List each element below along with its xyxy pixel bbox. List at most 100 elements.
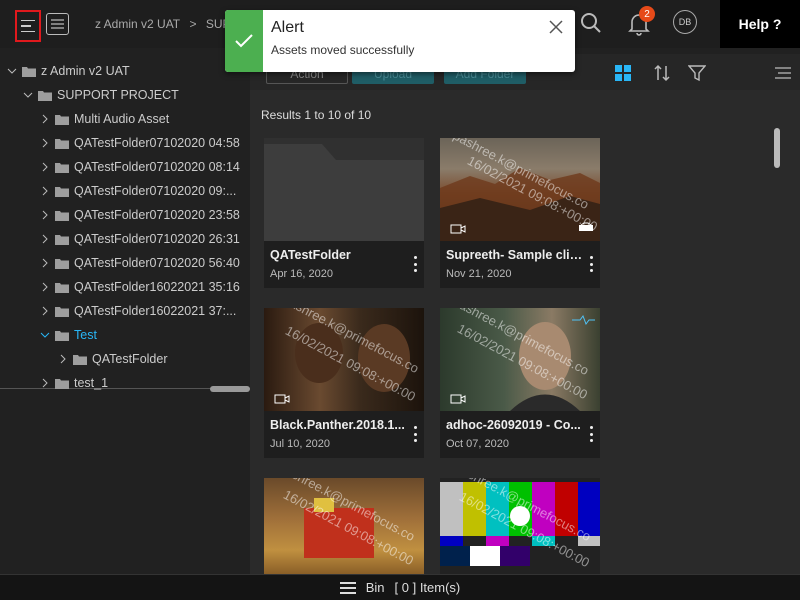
card-title: adhoc-26092019 - Co... [446,418,581,432]
more-options-icon[interactable] [590,256,594,272]
tree-item[interactable]: QATestFolder07102020 09:... [39,179,236,203]
chevron-right-icon[interactable] [39,377,51,389]
tree-item-label: QATestFolder07102020 08:14 [74,160,240,174]
video-camera-icon [450,394,466,404]
tree-item[interactable]: QATestFolder07102020 08:14 [39,155,240,179]
tree-item-label: QATestFolder07102020 09:... [74,184,237,198]
more-options-icon[interactable] [414,256,418,272]
list-view-icon[interactable] [46,13,69,35]
asset-card[interactable]: dipashree.k@primefocus.co 16/02/2021 09:… [440,478,600,574]
tree-item[interactable]: QATestFolder07102020 56:40 [39,251,240,275]
tree-item-label: QATestFolder07102020 04:58 [74,136,240,150]
sort-icon[interactable] [652,63,672,83]
bin-bar[interactable]: Bin [ 0 ] Item(s) [0,574,800,600]
breadcrumb-item-root[interactable]: z Admin v2 UAT [95,17,180,31]
filter-icon[interactable] [687,63,707,83]
tree-item[interactable]: QATestFolder07102020 23:58 [39,203,240,227]
chevron-right-icon[interactable] [39,113,51,125]
tree-item-label: Test [74,328,97,342]
tree-item[interactable]: Multi Audio Asset [39,107,169,131]
tree-item-label: QATestFolder07102020 23:58 [74,208,240,222]
more-options-icon[interactable] [414,426,418,442]
tree-item[interactable]: QATestFolder16022021 35:16 [39,275,240,299]
tree-item-label: QATestFolder16022021 35:16 [74,280,240,294]
breadcrumb: z Admin v2 UAT > SUP [95,17,237,31]
folder-icon [55,114,69,125]
bin-label: Bin [365,580,385,595]
tree-item-label: QATestFolder07102020 56:40 [74,256,240,270]
chevron-down-icon[interactable] [22,89,34,101]
folder-icon [73,354,87,365]
card-title: QATestFolder [270,248,351,262]
vertical-scrollbar[interactable] [774,128,780,168]
folder-thumbnail [264,138,424,241]
tree-item[interactable]: test_1 [39,371,108,395]
tree-item-test[interactable]: Test [39,323,97,347]
tree-item-label: QATestFolder [92,352,168,366]
help-button[interactable]: Help ? [720,0,800,48]
folder-icon [55,258,69,269]
chevron-right-icon[interactable] [39,161,51,173]
tree-item-label: SUPPORT PROJECT [57,88,179,102]
chevron-right-icon[interactable] [39,185,51,197]
search-icon[interactable] [578,10,604,36]
bin-menu-icon [339,580,356,595]
tree-item-root[interactable]: z Admin v2 UAT [6,59,130,83]
chevron-down-icon[interactable] [6,65,18,77]
chevron-right-icon[interactable] [39,137,51,149]
card-date: Jul 10, 2020 [270,438,330,450]
folder-icon [55,306,69,317]
hamburger-menu-icon[interactable] [15,10,41,42]
chevron-right-icon[interactable] [39,209,51,221]
bin-count: [ 0 ] Item(s) [394,580,461,595]
tree-item-label: z Admin v2 UAT [41,64,130,78]
card-title: Supreeth- Sample clip... [446,248,586,262]
menu-lines-icon[interactable] [774,65,792,81]
folder-icon [55,378,69,389]
chevron-down-icon[interactable] [39,329,51,341]
main-content: Action Upload Add Folder Results 1 to 10… [250,54,800,574]
tree-item[interactable]: QATestFolder07102020 26:31 [39,227,240,251]
tree-item-label: test_1 [74,376,109,390]
folder-icon [38,90,52,101]
audio-track-icon [579,222,593,231]
notification-badge: 2 [639,6,655,22]
video-camera-icon [274,394,290,404]
tree-item[interactable]: QATestFolder [57,347,168,371]
folder-tree-sidebar: z Admin v2 UAT SUPPORT PROJECT Multi Aud… [0,54,250,574]
folder-icon [55,210,69,221]
tree-item[interactable]: QATestFolder16022021 37:... [39,299,236,323]
asset-card[interactable]: dipashree.k@primefocus.co 16/02/2021 09:… [440,138,600,288]
asset-card[interactable]: QATestFolder Apr 16, 2020 [264,138,424,288]
chevron-right-icon[interactable] [39,305,51,317]
chevron-right-icon[interactable] [39,233,51,245]
folder-icon [55,138,69,149]
folder-icon [22,66,36,77]
asset-card[interactable]: dipashree.k@primefocus.co 16/02/2021 09:… [264,308,424,458]
more-options-icon[interactable] [590,426,594,442]
chevron-right-icon[interactable] [57,353,69,365]
asset-card[interactable]: dipashree.k@primefocus.co 16/02/2021 09:… [440,308,600,458]
video-thumbnail: dipashree.k@primefocus.co 16/02/2021 09:… [264,478,424,574]
folder-icon [55,234,69,245]
grid-view-icon[interactable] [614,64,632,82]
tree-item-support-project[interactable]: SUPPORT PROJECT [22,83,179,107]
tree-item-label: QATestFolder16022021 37:... [74,304,237,318]
card-date: Oct 07, 2020 [446,438,509,450]
tree-item[interactable]: QATestFolder07102020 04:58 [39,131,240,155]
close-icon[interactable] [549,20,565,36]
alert-title: Alert [271,19,304,36]
alert-toast: Alert Assets moved successfully [225,10,575,72]
folder-icon [55,186,69,197]
check-icon [225,10,263,72]
chevron-right-icon[interactable] [39,257,51,269]
card-date: Nov 21, 2020 [446,268,512,280]
results-count: Results 1 to 10 of 10 [261,108,372,122]
alert-message: Assets moved successfully [271,43,415,57]
card-date: Apr 16, 2020 [270,268,333,280]
asset-card[interactable]: dipashree.k@primefocus.co 16/02/2021 09:… [264,478,424,574]
avatar[interactable]: DB [673,10,697,34]
horizontal-scrollbar[interactable] [210,386,250,392]
folder-icon [55,162,69,173]
chevron-right-icon[interactable] [39,281,51,293]
